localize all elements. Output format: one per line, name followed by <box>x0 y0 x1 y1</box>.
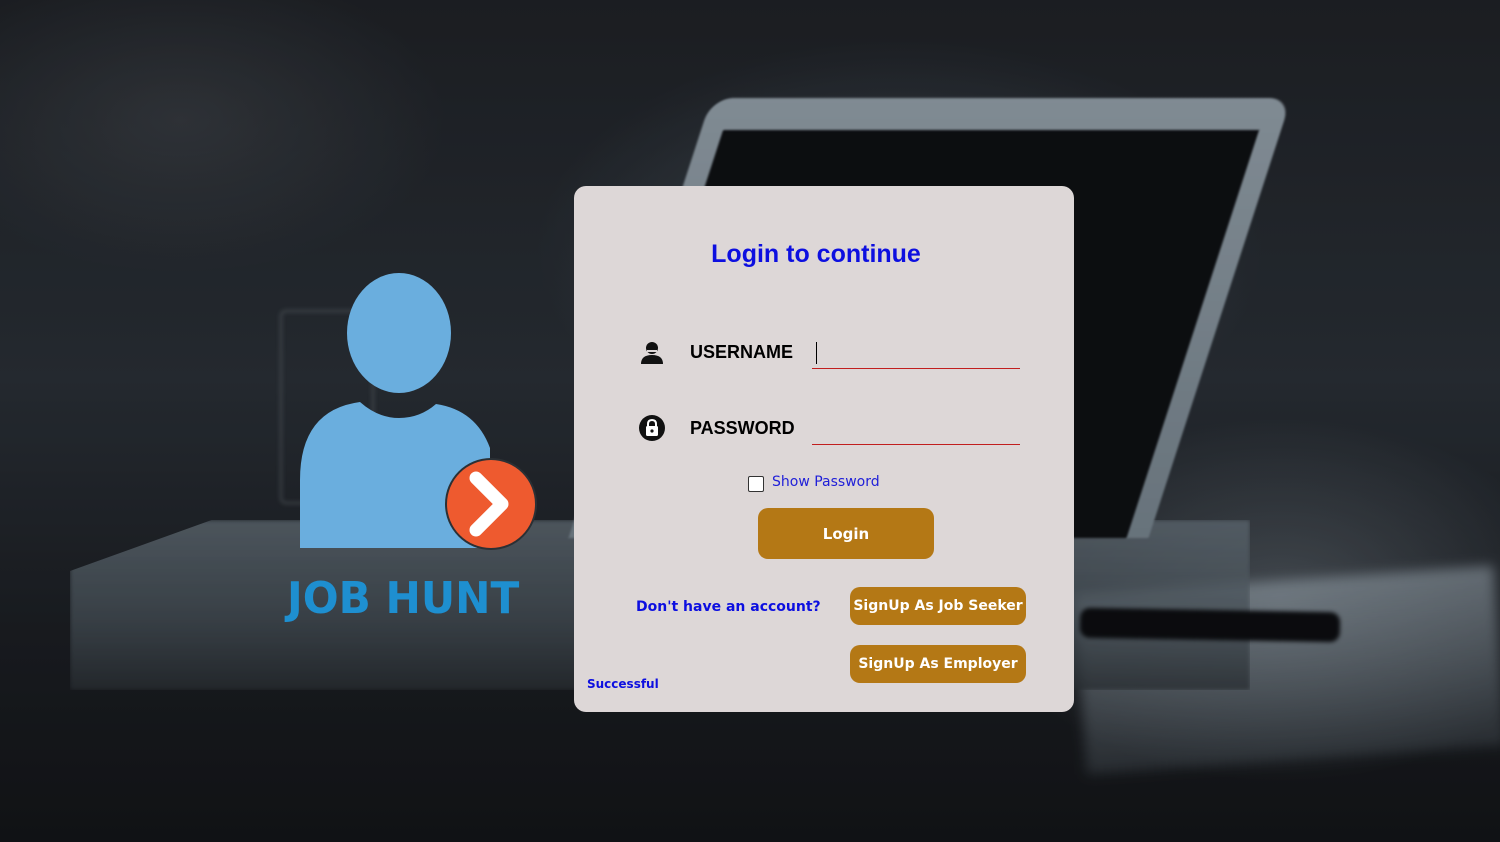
password-input[interactable] <box>812 414 1020 445</box>
signup-job-seeker-button[interactable]: SignUp As Job Seeker <box>850 587 1026 625</box>
username-input[interactable] <box>812 338 1020 369</box>
password-label: PASSWORD <box>690 418 795 438</box>
login-screen: JOB HUNT Login to continue USERNAME PASS… <box>0 0 1500 842</box>
user-icon <box>641 342 663 364</box>
show-password-checkbox[interactable] <box>748 476 764 492</box>
no-account-text: Don't have an account? <box>636 599 821 615</box>
text-caret <box>816 342 817 364</box>
username-label: USERNAME <box>690 342 794 362</box>
login-button[interactable]: Login <box>758 508 934 559</box>
brand-name: JOB HUNT <box>287 573 520 624</box>
show-password-label[interactable]: Show Password <box>772 474 880 490</box>
lock-icon <box>639 415 665 441</box>
login-card: Login to continue USERNAME PASSWORD Show… <box>574 186 1074 712</box>
signup-employer-button[interactable]: SignUp As Employer <box>850 645 1026 683</box>
login-title: Login to continue <box>711 240 921 268</box>
status-message: Successful <box>587 677 659 691</box>
user-arrow-icon <box>300 273 537 550</box>
